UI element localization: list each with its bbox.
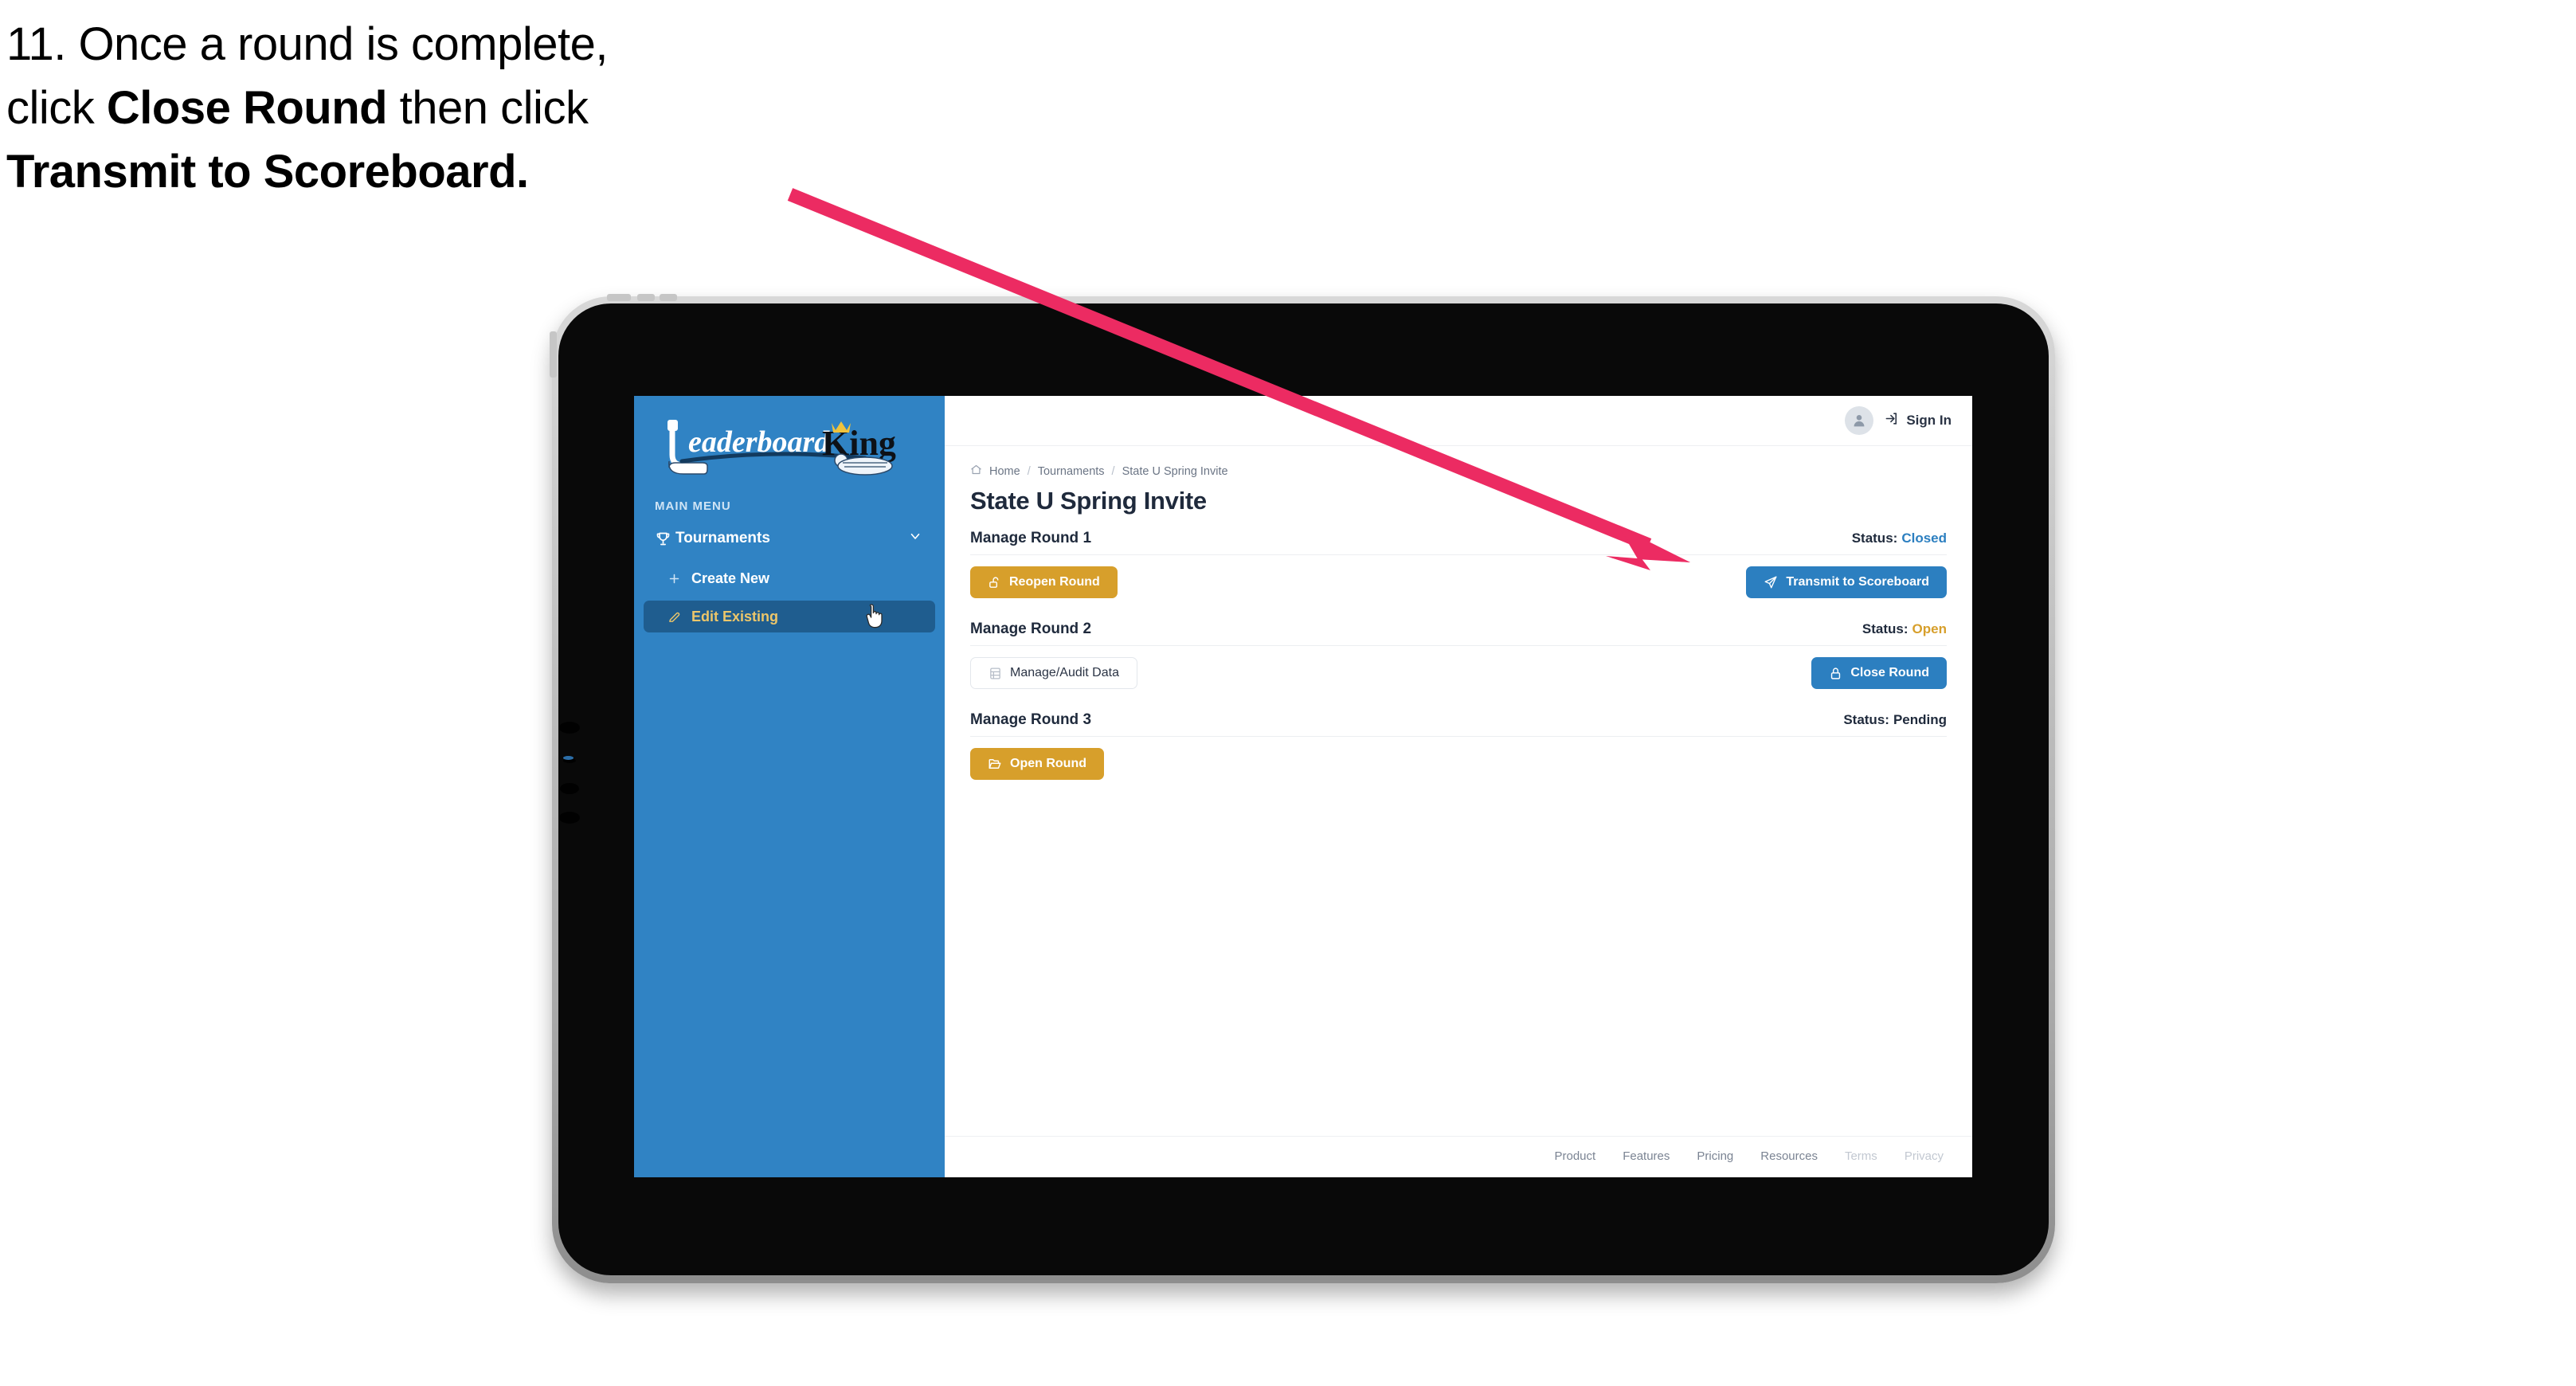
round-3-status: Status: Pending	[1843, 712, 1947, 728]
caption-close-round-bold: Close Round	[106, 82, 388, 135]
round-3-actions: Open Round	[970, 748, 1947, 780]
table-grid-icon	[989, 667, 1002, 680]
leaderboard-king-logo-icon: eaderboard King	[667, 420, 896, 476]
breadcrumb-separator: /	[1111, 464, 1115, 478]
device-speaker-port-1	[559, 722, 580, 734]
sidebar-item-create-new-label: Create New	[691, 570, 770, 586]
breadcrumb-separator: /	[1027, 464, 1031, 478]
caption-line-2: click Close Round then click	[6, 76, 851, 140]
reopen-round-button[interactable]: Reopen Round	[970, 566, 1118, 598]
sidebar-item-edit-existing[interactable]: Edit Existing	[644, 601, 935, 632]
round-2-status-value: Open	[1912, 621, 1947, 636]
round-section-1: Manage Round 1 Status: Closed Reopen Roun…	[970, 530, 1947, 598]
plus-icon	[667, 572, 691, 585]
home-icon[interactable]	[970, 464, 982, 479]
round-3-status-value: Pending	[1893, 712, 1947, 727]
close-round-label: Close Round	[1850, 666, 1929, 679]
round-2-status-label: Status:	[1862, 621, 1909, 636]
manage-audit-data-button[interactable]: Manage/Audit Data	[970, 657, 1137, 689]
sign-in-button[interactable]: Sign In	[1885, 411, 1952, 430]
caption-line-3: Transmit to Scoreboard.	[6, 140, 851, 204]
device-volume-button	[550, 331, 557, 378]
page-content: Home / Tournaments / State U Spring Invi…	[945, 446, 1972, 1136]
open-round-label: Open Round	[1010, 757, 1086, 770]
edit-pencil-icon	[667, 610, 691, 624]
sign-in-label: Sign In	[1906, 413, 1952, 428]
instruction-caption: 11. Once a round is complete, click Clos…	[6, 13, 851, 204]
sidebar-item-create-new[interactable]: Create New	[644, 562, 935, 594]
footer-link-pricing[interactable]: Pricing	[1697, 1149, 1733, 1163]
breadcrumb-item-current: State U Spring Invite	[1122, 464, 1228, 478]
device-top-button-1	[607, 294, 631, 301]
sidebar-item-tournaments-label: Tournaments	[675, 530, 770, 546]
round-1-actions: Reopen Round Transmit to Scoreboard	[970, 566, 1947, 598]
caption-line2-pre: click	[6, 82, 107, 135]
transmit-to-scoreboard-button[interactable]: Transmit to Scoreboard	[1746, 566, 1947, 598]
round-1-status-value: Closed	[1901, 531, 1947, 546]
round-1-header: Manage Round 1 Status: Closed	[970, 530, 1947, 555]
round-3-title: Manage Round 3	[970, 711, 1092, 728]
round-3-header: Manage Round 3 Status: Pending	[970, 711, 1947, 737]
top-bar: Sign In	[945, 396, 1972, 446]
caption-transmit-bold: Transmit to Scoreboard.	[6, 146, 529, 198]
round-2-header: Manage Round 2 Status: Open	[970, 621, 1947, 646]
manage-audit-data-label: Manage/Audit Data	[1010, 666, 1119, 679]
sidebar-section-label: MAIN MENU	[655, 499, 731, 513]
round-1-status-label: Status:	[1851, 531, 1898, 546]
transmit-to-scoreboard-label: Transmit to Scoreboard	[1786, 575, 1929, 589]
round-1-status: Status: Closed	[1852, 531, 1947, 546]
app-logo[interactable]: eaderboard King	[652, 417, 914, 479]
sidebar-item-tournaments[interactable]: Tournaments	[644, 521, 935, 556]
round-section-3: Manage Round 3 Status: Pending Open Round	[970, 711, 1947, 780]
round-2-actions: Manage/Audit Data Close Round	[970, 657, 1947, 689]
round-section-2: Manage Round 2 Status: Open Manage/Audit …	[970, 621, 1947, 689]
sidebar-item-edit-existing-label: Edit Existing	[691, 608, 779, 624]
device-top-button-3	[660, 294, 677, 301]
mouse-cursor-pointer	[864, 603, 888, 634]
tablet-screen: eaderboard King MAIN MENU Tournaments Cr…	[634, 396, 1972, 1177]
breadcrumb-item-home[interactable]: Home	[989, 465, 1020, 478]
breadcrumb: Home / Tournaments / State U Spring Invi…	[970, 464, 1947, 479]
chevron-down-icon[interactable]	[908, 529, 922, 548]
unlock-icon	[988, 576, 1001, 589]
send-plane-icon	[1764, 575, 1778, 589]
page-title: State U Spring Invite	[970, 487, 1207, 515]
main-panel: Sign In Home / Tournaments / State U Spr…	[945, 396, 1972, 1177]
round-1-title: Manage Round 1	[970, 530, 1092, 546]
device-top-button-2	[637, 294, 655, 301]
trophy-icon	[655, 531, 675, 547]
footer-link-privacy[interactable]: Privacy	[1905, 1149, 1944, 1163]
reopen-round-label: Reopen Round	[1009, 575, 1100, 589]
open-round-button[interactable]: Open Round	[970, 748, 1104, 780]
open-folder-icon	[988, 757, 1002, 771]
device-speaker-port-2	[560, 783, 579, 794]
close-round-button[interactable]: Close Round	[1811, 657, 1947, 689]
breadcrumb-item-tournaments[interactable]: Tournaments	[1038, 465, 1105, 478]
footer: Product Features Pricing Resources Terms…	[945, 1136, 1972, 1177]
login-arrow-icon	[1885, 411, 1900, 430]
footer-link-terms[interactable]: Terms	[1845, 1149, 1877, 1163]
device-speaker-port-3	[559, 812, 580, 824]
caption-line-1: 11. Once a round is complete,	[6, 18, 608, 70]
round-2-title: Manage Round 2	[970, 621, 1092, 637]
footer-link-features[interactable]: Features	[1623, 1149, 1670, 1163]
round-3-status-label: Status:	[1843, 712, 1889, 727]
device-status-led	[563, 756, 574, 760]
round-2-status: Status: Open	[1862, 621, 1947, 637]
footer-link-resources[interactable]: Resources	[1760, 1149, 1818, 1163]
footer-link-product[interactable]: Product	[1555, 1149, 1596, 1163]
sidebar: eaderboard King MAIN MENU Tournaments Cr…	[634, 396, 945, 1177]
caption-line2-post: then click	[387, 82, 589, 135]
lock-icon	[1829, 667, 1842, 680]
user-avatar-icon[interactable]	[1845, 406, 1874, 435]
